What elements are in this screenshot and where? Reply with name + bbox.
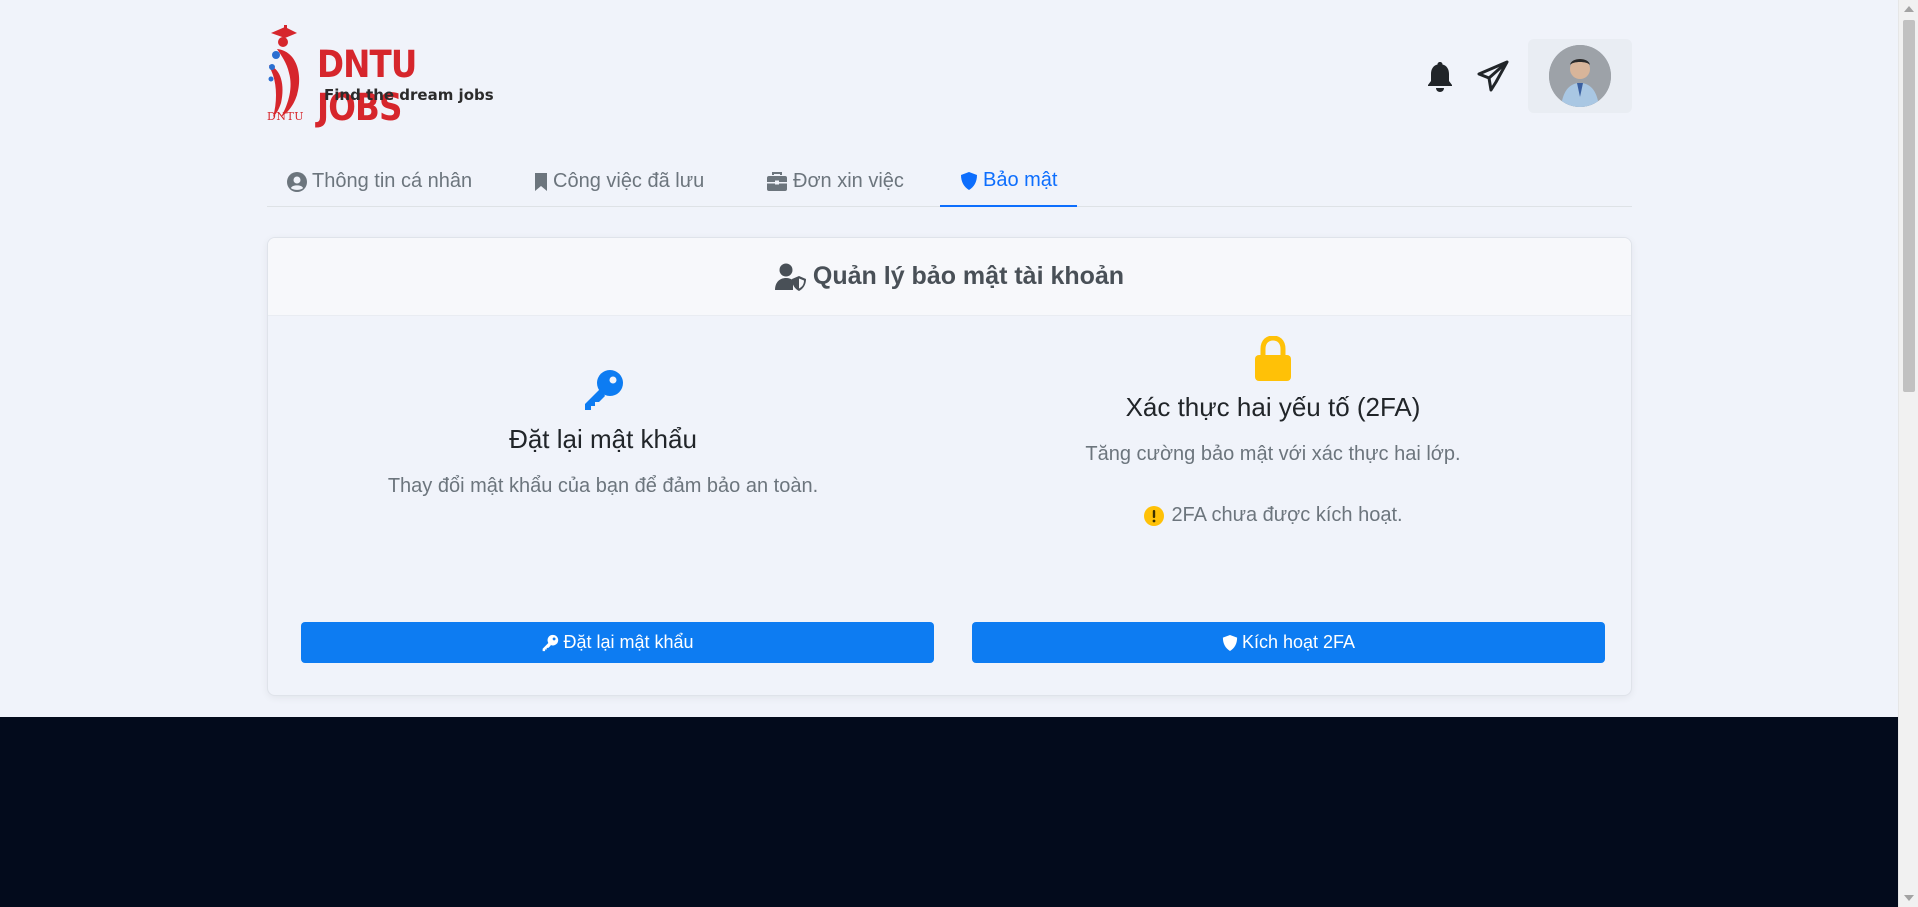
shield-icon — [1222, 634, 1238, 651]
logo[interactable]: DNTU JOBS Find the dream jobs DNTU — [267, 25, 507, 129]
user-shield-icon — [774, 263, 806, 291]
tab-label: Đơn xin việc — [793, 170, 904, 192]
twofa-status-text: 2FA chưa được kích hoạt. — [1171, 504, 1403, 526]
card-header: Quản lý bảo mật tài khoản — [268, 238, 1631, 316]
profile-tabs: Thông tin cá nhân Công việc đã lưu Đơn x… — [267, 156, 1632, 207]
footer — [0, 717, 1898, 907]
key-icon — [543, 634, 559, 651]
tab-personal-info[interactable]: Thông tin cá nhân — [267, 156, 492, 207]
bell-icon[interactable] — [1420, 56, 1460, 96]
scroll-up-icon[interactable] — [1904, 6, 1914, 12]
security-card: Quản lý bảo mật tài khoản Đặt lại mật kh… — [267, 237, 1632, 696]
bookmark-icon — [535, 172, 547, 191]
avatar-button[interactable] — [1528, 39, 1632, 113]
tab-applications[interactable]: Đơn xin việc — [746, 156, 924, 207]
tab-label: Công việc đã lưu — [553, 170, 705, 192]
user-circle-icon — [287, 171, 307, 192]
activate-2fa-button-label: Kích hoạt 2FA — [1241, 632, 1356, 652]
password-description: Thay đổi mật khẩu của bạn để đảm bảo an … — [387, 475, 819, 497]
scroll-down-icon[interactable] — [1904, 895, 1914, 901]
card-title-text: Quản lý bảo mật tài khoản — [812, 262, 1125, 290]
key-icon — [268, 368, 938, 414]
password-section: Đặt lại mật khẩu Thay đổi mật khẩu của b… — [268, 316, 938, 498]
header: DNTU JOBS Find the dream jobs DNTU — [267, 25, 1632, 129]
page: DNTU JOBS Find the dream jobs DNTU Thông… — [0, 0, 1898, 907]
exclamation-circle-icon — [1144, 505, 1165, 526]
lock-icon — [938, 335, 1608, 382]
paper-plane-icon[interactable] — [1473, 56, 1513, 96]
tab-security[interactable]: Bảo mật — [940, 156, 1078, 207]
tab-label: Bảo mật — [983, 169, 1058, 191]
password-title: Đặt lại mật khẩu — [509, 424, 697, 454]
card-title: Quản lý bảo mật tài khoản — [774, 262, 1125, 291]
logo-small-text: DNTU — [267, 110, 305, 123]
twofa-description: Tăng cường bảo mật với xác thực hai lớp. — [1085, 443, 1461, 465]
header-actions — [1420, 39, 1632, 113]
vertical-scrollbar[interactable] — [1898, 0, 1918, 907]
reset-password-button[interactable]: Đặt lại mật khẩu — [301, 622, 934, 663]
scroll-thumb[interactable] — [1903, 20, 1915, 392]
activate-2fa-button[interactable]: Kích hoạt 2FA — [972, 622, 1605, 663]
logo-tagline: Find the dream jobs — [324, 86, 494, 104]
tab-label: Thông tin cá nhân — [312, 170, 473, 192]
twofa-title: Xác thực hai yếu tố (2FA) — [1125, 392, 1421, 422]
twofa-status: 2FA chưa được kích hoạt. — [938, 504, 1608, 527]
twofa-section: Xác thực hai yếu tố (2FA) Tăng cường bảo… — [938, 316, 1608, 527]
tab-saved-jobs[interactable]: Công việc đã lưu — [514, 156, 724, 207]
briefcase-icon — [767, 171, 787, 191]
avatar — [1549, 45, 1611, 107]
reset-password-button-label: Đặt lại mật khẩu — [563, 632, 694, 652]
shield-icon — [961, 171, 977, 190]
